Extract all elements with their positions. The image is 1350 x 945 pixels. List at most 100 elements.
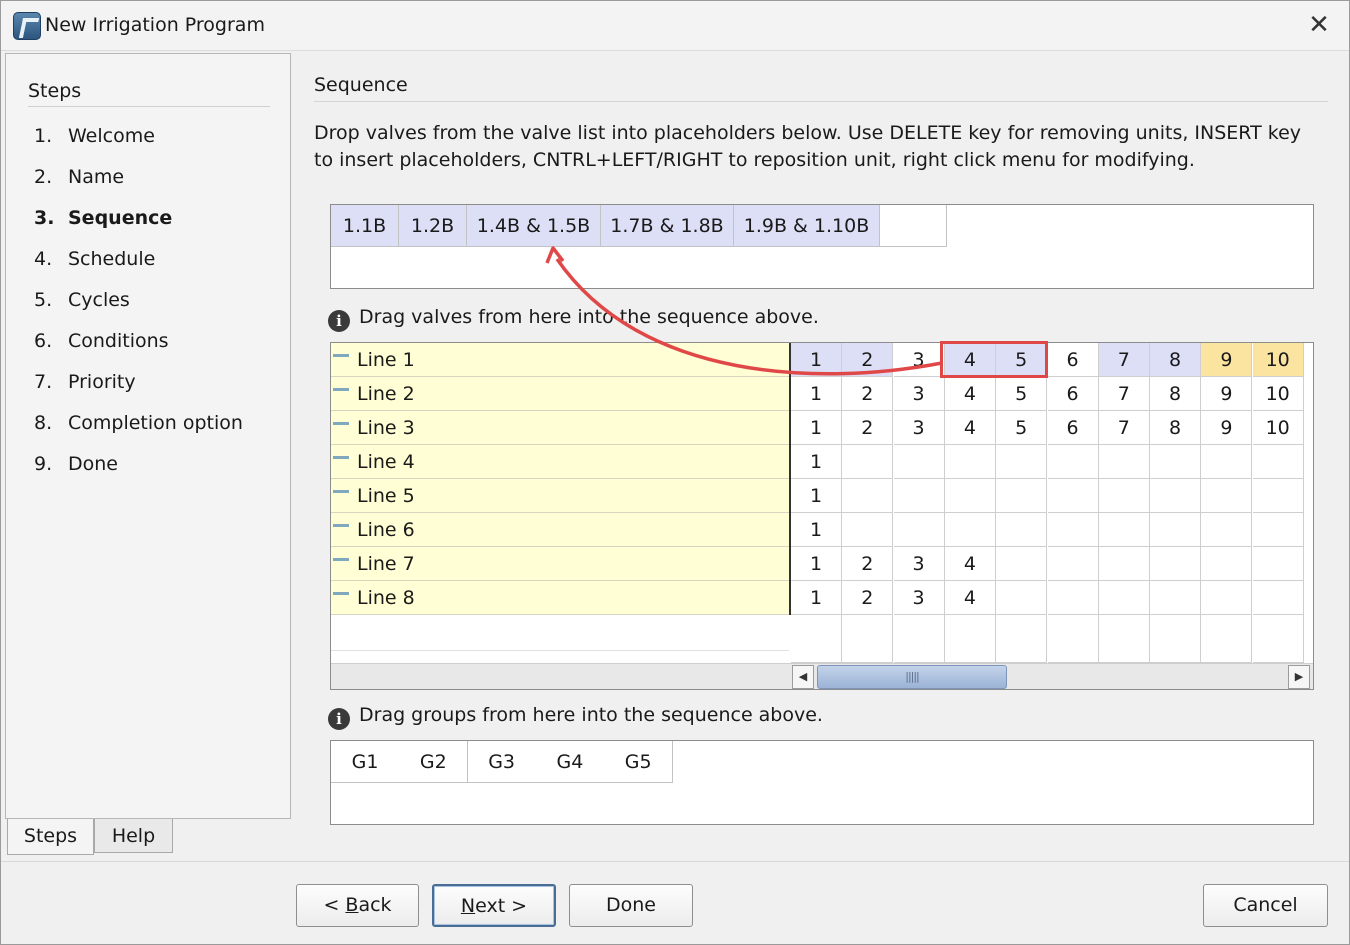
valve-cell[interactable]	[1252, 547, 1304, 581]
valve-cell[interactable]	[1098, 479, 1150, 513]
valve-cell[interactable]	[893, 513, 945, 547]
valve-cell[interactable]: 7	[1098, 377, 1150, 411]
valve-cell[interactable]	[1201, 581, 1253, 615]
sequence-item[interactable]: 1.2B	[399, 205, 467, 247]
valve-cell[interactable]	[1047, 581, 1099, 615]
sequence-item[interactable]: 1.4B & 1.5B	[467, 205, 601, 247]
valve-cell[interactable]	[1252, 581, 1304, 615]
line-row[interactable]: Line 7	[331, 547, 789, 581]
close-icon[interactable]: ✕	[1297, 9, 1341, 43]
scroll-right-icon[interactable]: ▶	[1288, 665, 1310, 689]
valve-cell[interactable]: 7	[1098, 343, 1150, 377]
valve-cell[interactable]: 3	[893, 581, 945, 615]
valve-cell[interactable]	[842, 513, 894, 547]
tab-help[interactable]: Help	[94, 819, 173, 853]
valve-cell[interactable]: 2	[842, 411, 894, 445]
valve-cell[interactable]	[1098, 547, 1150, 581]
valve-cell[interactable]: 2	[842, 343, 894, 377]
valve-cell[interactable]: 6	[1047, 377, 1099, 411]
drag-handle-icon[interactable]	[333, 490, 349, 493]
valve-cell[interactable]	[944, 479, 996, 513]
valve-cell[interactable]: 3	[893, 377, 945, 411]
valve-cell[interactable]	[996, 581, 1048, 615]
tab-steps[interactable]: Steps	[7, 819, 94, 855]
line-row[interactable]: Line 4	[331, 445, 789, 479]
drag-handle-icon[interactable]	[333, 592, 349, 595]
drag-handle-icon[interactable]	[333, 456, 349, 459]
drag-handle-icon[interactable]	[333, 354, 349, 357]
valve-cell[interactable]	[1047, 445, 1099, 479]
sequence-item[interactable]: 1.1B	[331, 205, 399, 247]
valve-cell[interactable]: 6	[1047, 411, 1099, 445]
valve-cell[interactable]: 2	[842, 581, 894, 615]
valve-cell[interactable]: 9	[1201, 343, 1253, 377]
valve-cell[interactable]: 2	[842, 547, 894, 581]
line-row[interactable]: Line 5	[331, 479, 789, 513]
groups-list[interactable]: G1 G2 G3 G4 G5	[330, 740, 1314, 825]
valve-cell[interactable]: 4	[944, 547, 996, 581]
valve-cell[interactable]	[1150, 479, 1202, 513]
cancel-button[interactable]: Cancel	[1203, 884, 1328, 927]
valve-cell[interactable]	[944, 513, 996, 547]
valve-cell[interactable]: 3	[893, 547, 945, 581]
valve-cell[interactable]: 1	[791, 343, 842, 377]
sequence-item[interactable]: 1.9B & 1.10B	[734, 205, 880, 247]
valve-cell[interactable]	[842, 445, 894, 479]
group-item[interactable]: G4	[535, 741, 605, 783]
valve-cell[interactable]: 4	[944, 581, 996, 615]
drag-handle-icon[interactable]	[333, 524, 349, 527]
valve-cell[interactable]	[1098, 513, 1150, 547]
line-row[interactable]: Line 2	[331, 377, 789, 411]
group-item[interactable]: G1	[331, 741, 400, 783]
valve-cell[interactable]: 10	[1252, 343, 1304, 377]
group-item[interactable]: G2	[399, 741, 469, 783]
sequence-placeholder[interactable]	[880, 205, 947, 247]
valve-cell[interactable]	[1150, 547, 1202, 581]
valve-cell[interactable]: 8	[1150, 343, 1202, 377]
valve-grid[interactable]: ◀ ||||| ▶ Line 1 1 2 3 4 5 6 7 8 9 10 Line 21234567…	[330, 342, 1314, 690]
valve-cell[interactable]: 2	[842, 377, 894, 411]
valve-cell[interactable]	[1047, 479, 1099, 513]
valve-cell[interactable]	[1201, 445, 1253, 479]
line-row[interactable]: Line 8	[331, 581, 789, 615]
valve-cell[interactable]: 4	[944, 411, 996, 445]
valve-cell[interactable]	[1098, 581, 1150, 615]
scroll-left-icon[interactable]: ◀	[792, 665, 814, 689]
group-item[interactable]: G5	[604, 741, 674, 783]
valve-cell[interactable]: 9	[1201, 411, 1253, 445]
drag-handle-icon[interactable]	[333, 422, 349, 425]
valve-cell[interactable]: 1	[791, 547, 842, 581]
valve-cell[interactable]	[996, 445, 1048, 479]
valve-cell[interactable]	[842, 479, 894, 513]
valve-cell[interactable]	[1252, 479, 1304, 513]
next-button[interactable]: Next >	[432, 884, 556, 927]
line-row[interactable]: Line 6	[331, 513, 789, 547]
valve-cell[interactable]: 3	[893, 343, 945, 377]
valve-cell[interactable]	[996, 479, 1048, 513]
valve-cell[interactable]	[1098, 445, 1150, 479]
valve-cell[interactable]	[1047, 547, 1099, 581]
scroll-thumb[interactable]: |||||	[817, 665, 1007, 689]
valve-cell[interactable]: 6	[1047, 343, 1099, 377]
valve-cell[interactable]	[1201, 547, 1253, 581]
valve-cell[interactable]: 8	[1150, 411, 1202, 445]
group-item[interactable]: G3	[467, 741, 537, 783]
valve-cell[interactable]	[1150, 581, 1202, 615]
valve-cell[interactable]	[1047, 513, 1099, 547]
back-button[interactable]: < Back	[296, 884, 419, 927]
line-row[interactable]: Line 1	[331, 343, 789, 377]
valve-cell[interactable]	[1252, 445, 1304, 479]
valve-cell[interactable]	[893, 445, 945, 479]
valve-cell[interactable]: 1	[791, 445, 842, 479]
valve-cell[interactable]: 1	[791, 513, 842, 547]
valve-cell[interactable]: 7	[1098, 411, 1150, 445]
valve-cell[interactable]: 10	[1252, 377, 1304, 411]
sequence-list[interactable]: 1.1B 1.2B 1.4B & 1.5B 1.7B & 1.8B 1.9B & 1.1…	[330, 204, 1314, 289]
line-row[interactable]: Line 3	[331, 411, 789, 445]
valve-cell[interactable]	[1201, 479, 1253, 513]
valve-cell[interactable]	[1252, 513, 1304, 547]
valve-cell[interactable]: 9	[1201, 377, 1253, 411]
drag-handle-icon[interactable]	[333, 388, 349, 391]
horizontal-scrollbar[interactable]: ◀ ||||| ▶	[791, 663, 1313, 689]
sequence-item[interactable]: 1.7B & 1.8B	[601, 205, 734, 247]
